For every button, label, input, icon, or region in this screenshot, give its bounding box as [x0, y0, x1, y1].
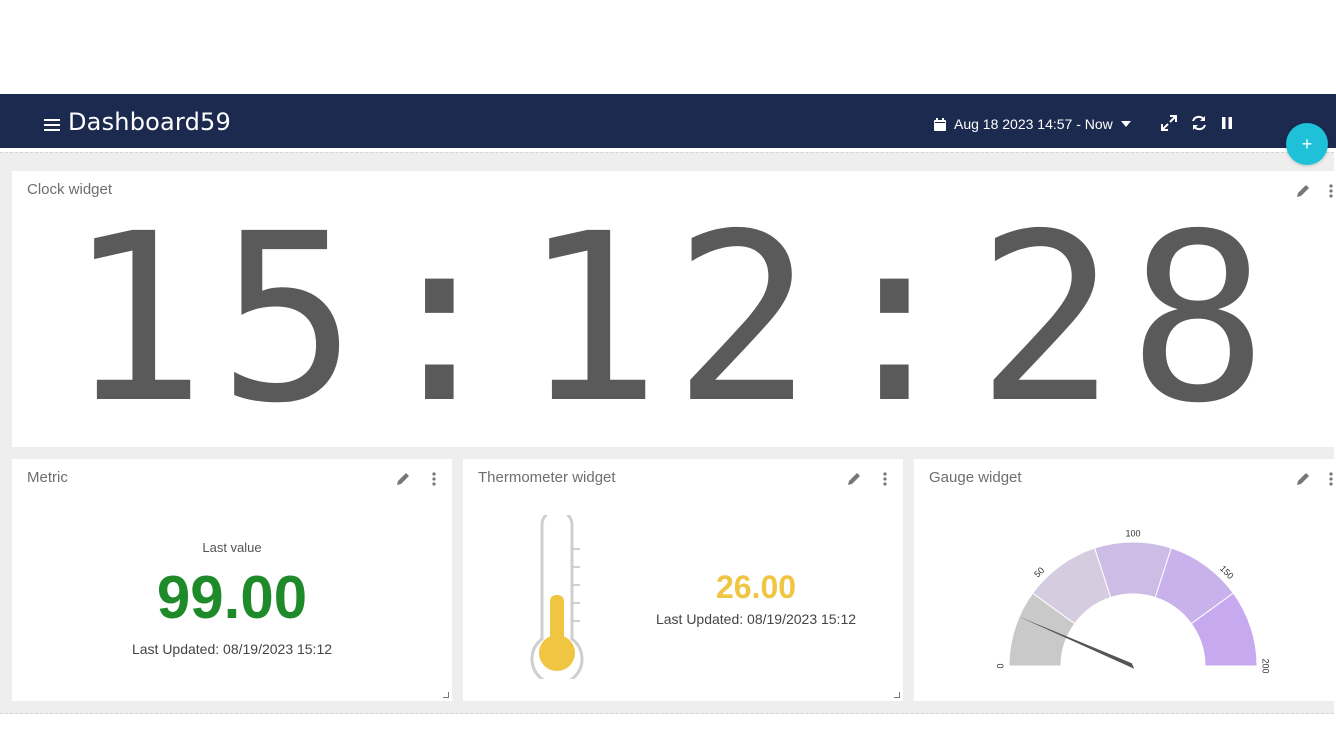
thermometer-widget: Thermometer widget 26.00 Last Updated: 0… — [463, 459, 903, 701]
clock-widget: Clock widget 15:12:28 — [12, 171, 1334, 447]
gauge-tick-label: 100 — [1125, 528, 1140, 538]
time-range-picker[interactable]: Aug 18 2023 14:57 - Now — [934, 114, 1131, 134]
thermometer-icon — [530, 515, 584, 679]
browser-blank-area — [0, 0, 1336, 94]
gauge-chart: 050100150200 — [995, 528, 1271, 673]
thermometer-value: 26.00 — [715, 569, 797, 605]
thermometer-bulb — [539, 635, 575, 671]
fullscreen-icon[interactable] — [1160, 114, 1178, 132]
metric-widget-title: Metric — [27, 469, 68, 486]
more-vertical-icon[interactable] — [1328, 183, 1334, 199]
dashboard-grid: Clock widget 15:12:28 Metric Last value … — [0, 152, 1334, 714]
metric-widget: Metric Last value 99.00 Last Updated: 08… — [12, 459, 452, 701]
dashboard-title: Dashboard59 — [68, 108, 231, 136]
gauge-tick-label: 0 — [995, 663, 1005, 668]
metric-last-value-label: Last value — [202, 540, 262, 555]
thermometer-widget-title: Thermometer widget — [478, 469, 616, 486]
gauge-tick-label: 200 — [1261, 658, 1271, 673]
more-vertical-icon[interactable] — [881, 471, 889, 487]
metric-last-updated: Last Updated: 08/19/2023 15:12 — [131, 641, 333, 657]
calendar-icon — [934, 117, 946, 131]
resize-handle-icon[interactable] — [894, 692, 900, 698]
gauge-tick-label: 50 — [1032, 565, 1046, 579]
more-vertical-icon[interactable] — [430, 471, 438, 487]
time-range-label: Aug 18 2023 14:57 - Now — [954, 116, 1113, 132]
pencil-icon[interactable] — [395, 471, 411, 487]
refresh-icon[interactable] — [1190, 114, 1208, 132]
pencil-icon[interactable] — [846, 471, 862, 487]
add-widget-button[interactable]: + — [1286, 123, 1328, 165]
metric-value: 99.00 — [156, 564, 308, 631]
pause-icon[interactable] — [1218, 114, 1236, 132]
clock-time-display: 15:12:28 — [66, 184, 1280, 454]
gauge-widget: Gauge widget 0 50 100 150 200 — [914, 459, 1334, 701]
hamburger-menu-icon[interactable] — [44, 119, 60, 133]
resize-handle-icon[interactable] — [443, 692, 449, 698]
chevron-down-icon — [1120, 121, 1131, 127]
thermometer-last-updated: Last Updated: 08/19/2023 15:12 — [655, 611, 857, 627]
pencil-icon[interactable] — [1295, 183, 1311, 199]
